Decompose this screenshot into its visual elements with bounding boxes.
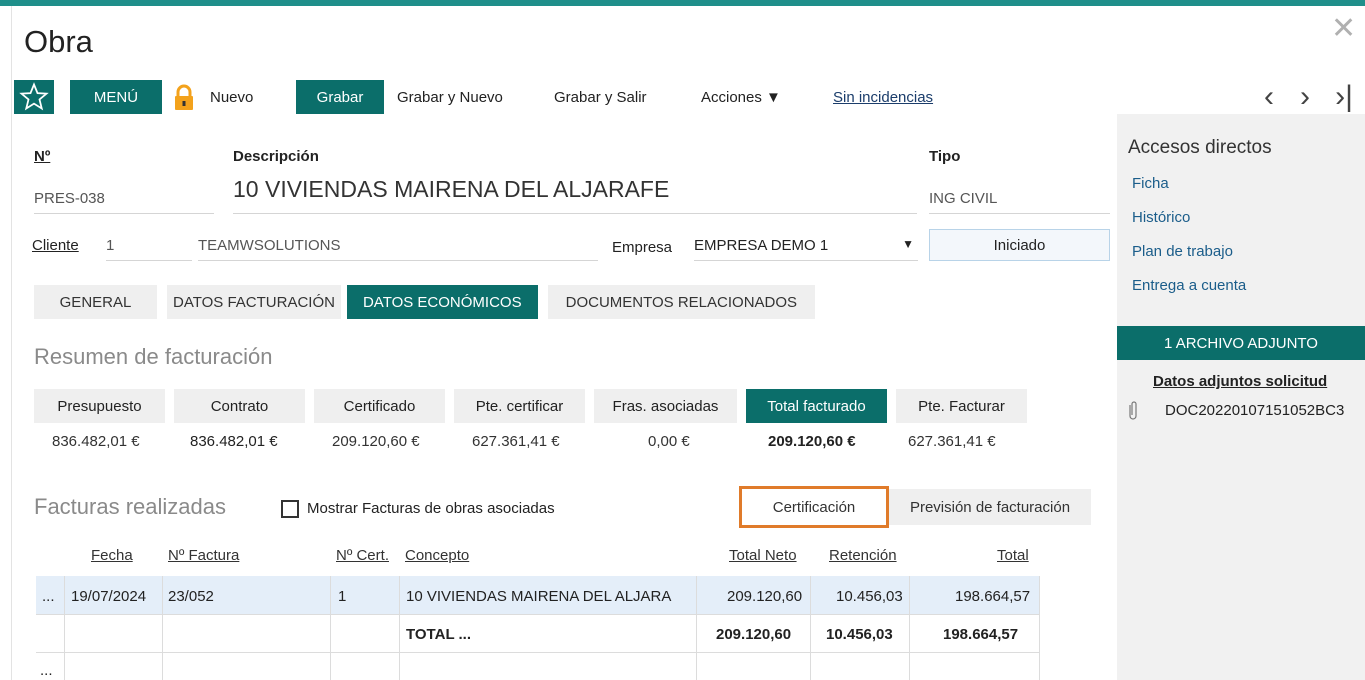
presupuesto-header: Presupuesto [34,389,165,423]
num-cert-column-header[interactable]: Nº Cert. [336,547,389,564]
total-neto-cell: 209.120,60 [727,588,803,605]
last-record-icon[interactable]: ›| [1324,80,1364,114]
pte-certificar-header: Pte. certificar [454,389,585,423]
column-divider [330,576,331,680]
fras-asociadas-header: Fras. asociadas [594,389,737,423]
pte-facturar-header: Pte. Facturar [896,389,1027,423]
totals-retencion: 10.456,03 [826,626,893,643]
row-divider [36,652,1039,653]
shortcut-ficha[interactable]: Ficha [1132,175,1169,192]
column-divider [909,576,910,680]
status-badge: Iniciado [929,229,1110,261]
tab-bar: GENERAL DATOS FACTURACIÓN DATOS ECONÓMIC… [34,285,825,319]
shortcut-entrega-cuenta[interactable]: Entrega a cuenta [1132,277,1246,294]
totals-neto: 209.120,60 [716,626,792,643]
empresa-label: Empresa [612,239,673,256]
tab-general[interactable]: GENERAL [34,285,157,319]
tab-datos-facturacion[interactable]: DATOS FACTURACIÓN [167,285,341,319]
toolbar: MENÚ Nuevo Grabar Grabar y Nuevo Grabar … [14,80,1365,114]
numero-label: Nº [34,148,51,165]
totals-total: 198.664,57 [943,626,1019,643]
row-divider [36,614,1039,615]
num-factura-column-header[interactable]: Nº Factura [168,547,239,564]
mostrar-facturas-label[interactable]: Mostrar Facturas de obras asociadas [307,500,555,517]
presupuesto-value: 836.482,01 € [52,433,140,450]
certificado-header: Certificado [314,389,445,423]
empresa-select[interactable]: EMPRESA DEMO 1 ▼ [694,237,918,261]
descripcion-label: Descripción [233,148,319,165]
attachments-bar[interactable]: 1 ARCHIVO ADJUNTO [1117,326,1365,360]
grabar-button[interactable]: Grabar [296,80,384,114]
window-left-edge [0,6,12,680]
lock-icon[interactable] [170,84,198,112]
total-cell: 198.664,57 [955,588,1031,605]
attachments-title: Datos adjuntos solicitud [1153,373,1328,390]
certificacion-button[interactable]: Certificación [739,486,889,528]
descripcion-field[interactable]: 10 VIVIENDAS MAIRENA DEL ALJARAFE [233,176,917,214]
grabar-salir-button[interactable]: Grabar y Salir [554,80,647,114]
numero-field[interactable]: PRES-038 [34,190,214,214]
column-divider [810,576,811,680]
pte-certificar-value: 627.361,41 € [472,433,560,450]
nuevo-button[interactable]: Nuevo [210,80,253,114]
next-record-icon[interactable]: › [1290,80,1320,114]
tab-datos-economicos[interactable]: DATOS ECONÓMICOS [346,285,538,319]
fras-asociadas-value: 0,00 € [648,433,690,450]
concepto-cell: 10 VIVIENDAS MAIRENA DEL ALJARA [406,588,672,605]
total-facturado-value: 209.120,60 € [768,433,856,450]
tipo-field[interactable]: ING CIVIL [929,190,1110,214]
previous-record-icon[interactable]: ‹ [1254,80,1284,114]
retencion-column-header[interactable]: Retención [829,547,897,564]
totals-label: TOTAL ... [406,626,472,643]
close-icon[interactable]: ✕ [1331,14,1356,44]
num-factura-cell: 23/052 [168,588,214,605]
cliente-name-field[interactable]: TEAMWSOLUTIONS [198,237,598,261]
total-facturado-header: Total facturado [746,389,887,423]
row-menu-dots[interactable]: ... [42,588,55,605]
column-divider [64,576,65,680]
shortcuts-title: Accesos directos [1128,137,1272,158]
tipo-label: Tipo [929,148,961,165]
shortcut-historico[interactable]: Histórico [1132,209,1190,226]
mostrar-facturas-checkbox[interactable] [281,500,299,518]
tab-documentos-relacionados[interactable]: DOCUMENTOS RELACIONADOS [547,285,816,319]
fecha-column-header[interactable]: Fecha [91,547,133,564]
prevision-facturacion-button[interactable]: Previsión de facturación [889,489,1091,525]
paperclip-icon [1127,400,1139,427]
shortcuts-panel [1117,114,1365,680]
pte-facturar-value: 627.361,41 € [908,433,996,450]
certificado-value: 209.120,60 € [332,433,420,450]
acciones-dropdown[interactable]: Acciones ▼ [701,80,781,114]
chevron-down-icon: ▼ [902,237,914,251]
sin-incidencias-link[interactable]: Sin incidencias [833,80,933,114]
attachment-file-link[interactable]: DOC20220107151052BC3 [1165,402,1344,419]
resumen-title: Resumen de facturación [34,344,273,369]
contrato-value: 836.482,01 € [190,433,278,450]
column-divider [1039,576,1040,680]
concepto-column-header[interactable]: Concepto [405,547,469,564]
cliente-code-field[interactable]: 1 [106,237,192,261]
menu-button[interactable]: MENÚ [70,80,162,114]
star-icon [19,82,49,111]
favorite-button[interactable] [14,80,54,114]
facturas-title: Facturas realizadas [34,494,226,519]
more-rows-dots[interactable]: ... [40,662,53,679]
contrato-header: Contrato [174,389,305,423]
retencion-cell: 10.456,03 [836,588,903,605]
window-title: Obra [24,24,93,59]
empresa-value: EMPRESA DEMO 1 [694,237,829,254]
fecha-cell: 19/07/2024 [71,588,147,605]
total-column-header[interactable]: Total [997,547,1029,564]
column-divider [696,576,697,680]
num-cert-cell: 1 [338,588,347,605]
column-divider [162,576,163,680]
window-top-border [0,0,1365,6]
shortcut-plan-trabajo[interactable]: Plan de trabajo [1132,243,1233,260]
total-neto-column-header[interactable]: Total Neto [729,547,797,564]
column-divider [399,576,400,680]
cliente-label[interactable]: Cliente [32,237,79,254]
grabar-nuevo-button[interactable]: Grabar y Nuevo [397,80,503,114]
